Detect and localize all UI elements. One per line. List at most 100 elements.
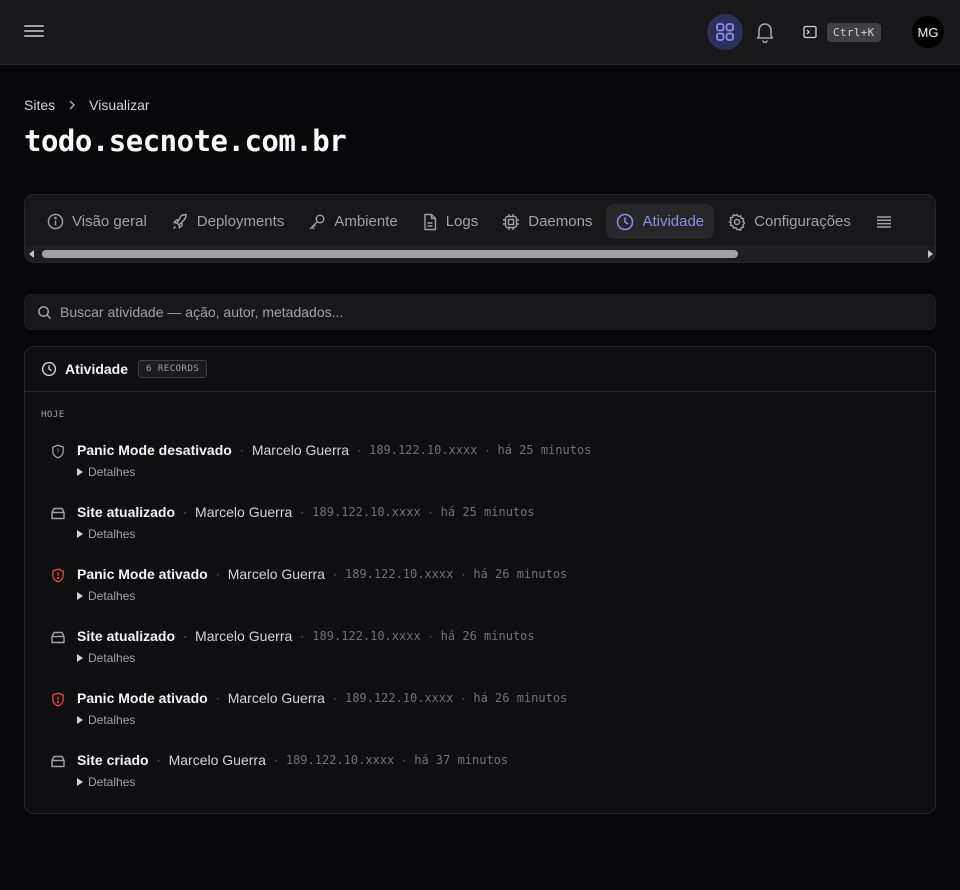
- entry-time: há 25 minutos: [440, 505, 535, 519]
- panel-title: Atividade: [65, 361, 129, 377]
- clock-icon: [41, 361, 57, 377]
- shortcut-key: Ctrl+K: [827, 22, 881, 42]
- apps-button[interactable]: [707, 14, 743, 50]
- entry-action: Site atualizado: [77, 628, 176, 644]
- tab-deployments[interactable]: Deployments: [161, 204, 295, 239]
- details-toggle[interactable]: Detalhes: [77, 651, 135, 665]
- breadcrumb-current: Visualizar: [89, 97, 150, 113]
- search-input[interactable]: [60, 304, 900, 320]
- rocket-icon: [172, 213, 187, 229]
- tab-atividade[interactable]: Atividade: [606, 204, 715, 239]
- grid-icon: [716, 23, 734, 41]
- shield-icon: [52, 443, 64, 459]
- top-bar: Ctrl+K MG: [0, 0, 960, 65]
- entry-time: há 26 minutos: [440, 629, 535, 643]
- entry-author: Marcelo Guerra: [195, 504, 293, 520]
- entry-author: Marcelo Guerra: [168, 752, 266, 768]
- command-palette-button[interactable]: Ctrl+K: [803, 21, 881, 43]
- entry-ip: 189.122.10.xxxx: [285, 753, 395, 767]
- chevron-right-icon: [69, 100, 76, 110]
- entry-action: Panic Mode desativado: [77, 442, 232, 458]
- entry-action: Site criado: [77, 752, 149, 768]
- scroll-right-arrow[interactable]: [928, 250, 933, 258]
- key-icon: [309, 214, 325, 229]
- activity-search: [24, 294, 936, 330]
- entry-action: Panic Mode ativado: [77, 690, 208, 706]
- tab-label: Daemons: [528, 213, 593, 230]
- details-toggle[interactable]: Detalhes: [77, 527, 135, 541]
- scroll-left-arrow[interactable]: [29, 250, 34, 258]
- scroll-thumb[interactable]: [42, 250, 738, 258]
- cpu-icon: [503, 213, 520, 230]
- shield-alert-icon: [52, 691, 64, 707]
- clock-icon: [617, 213, 634, 230]
- entry-time: há 26 minutos: [473, 691, 568, 705]
- terminal-icon: [803, 25, 817, 39]
- tab-ambiente[interactable]: Ambiente: [298, 204, 407, 239]
- server-icon: [51, 755, 65, 767]
- triangle-right-icon: [77, 530, 83, 538]
- triangle-right-icon: [77, 716, 83, 724]
- entry-ip: 189.122.10.xxxx: [312, 505, 421, 519]
- entry-ip: 189.122.10.xxxx: [312, 629, 421, 643]
- gear-icon: [728, 212, 746, 231]
- tab-logs[interactable]: Logs: [412, 204, 489, 239]
- triangle-right-icon: [77, 654, 83, 662]
- details-toggle[interactable]: Detalhes: [77, 465, 135, 479]
- activity-panel: Atividade 6 RECORDS HOJE Panic Mode desa…: [24, 346, 936, 814]
- breadcrumb: Sites Visualizar: [24, 97, 150, 113]
- details-label: Detalhes: [88, 465, 136, 479]
- entry-ip: 189.122.10.xxxx: [369, 443, 478, 457]
- triangle-right-icon: [77, 592, 83, 600]
- avatar[interactable]: MG: [912, 16, 944, 48]
- tab-daemons[interactable]: Daemons: [492, 204, 602, 239]
- entry-action: Panic Mode ativado: [77, 566, 208, 582]
- triangle-right-icon: [77, 778, 83, 786]
- entry-time: há 37 minutos: [414, 753, 509, 767]
- details-toggle[interactable]: Detalhes: [77, 589, 135, 603]
- tab-more[interactable]: [865, 204, 903, 239]
- tab-label: Visão geral: [72, 213, 147, 230]
- list-icon: [876, 215, 891, 228]
- tab-label: Ambiente: [334, 213, 398, 230]
- records-badge: 6 RECORDS: [138, 360, 208, 378]
- tab-visao-geral[interactable]: Visão geral: [37, 204, 157, 239]
- activity-entry: Panic Mode desativado · Marcelo Guerra ·…: [25, 439, 935, 501]
- search-icon: [38, 305, 52, 319]
- entry-ip: 189.122.10.xxxx: [344, 691, 454, 705]
- tab-label: Configurações: [754, 213, 851, 230]
- entry-author: Marcelo Guerra: [195, 628, 293, 644]
- file-icon: [424, 213, 436, 230]
- tab-label: Deployments: [196, 213, 285, 230]
- entry-action: Site atualizado: [77, 504, 176, 520]
- tabs-scrollbar[interactable]: [25, 246, 935, 262]
- activity-entry: Panic Mode ativado · Marcelo Guerra · 18…: [25, 687, 935, 749]
- shield-alert-icon: [52, 567, 64, 583]
- tab-label: Atividade: [642, 213, 705, 230]
- details-label: Detalhes: [88, 589, 136, 603]
- hamburger-icon[interactable]: [22, 22, 46, 42]
- activity-entry: Site criado · Marcelo Guerra · 189.122.1…: [25, 749, 935, 811]
- group-label: HOJE: [41, 410, 65, 420]
- server-icon: [51, 507, 65, 519]
- tabs-bar: Visão geral Deployments Ambiente Logs Da…: [24, 194, 936, 263]
- bell-icon: [756, 23, 774, 43]
- info-icon: [47, 213, 64, 230]
- entry-time: há 26 minutos: [473, 567, 568, 581]
- notifications-button[interactable]: [752, 18, 778, 46]
- details-label: Detalhes: [88, 775, 136, 789]
- details-toggle[interactable]: Detalhes: [77, 775, 135, 789]
- page-title: todo.secnote.com.br: [24, 124, 347, 158]
- entry-author: Marcelo Guerra: [227, 690, 325, 706]
- activity-entry: Panic Mode ativado · Marcelo Guerra · 18…: [25, 563, 935, 625]
- tab-label: Logs: [445, 213, 479, 230]
- entry-time: há 25 minutos: [497, 443, 592, 457]
- activity-entry: Site atualizado · Marcelo Guerra · 189.1…: [25, 625, 935, 687]
- entry-author: Marcelo Guerra: [227, 566, 325, 582]
- breadcrumb-sites[interactable]: Sites: [24, 97, 55, 113]
- activity-entry: Site atualizado · Marcelo Guerra · 189.1…: [25, 501, 935, 563]
- triangle-right-icon: [77, 468, 83, 476]
- entry-author: Marcelo Guerra: [251, 442, 350, 458]
- tab-configuracoes[interactable]: Configurações: [718, 204, 861, 239]
- details-toggle[interactable]: Detalhes: [77, 713, 135, 727]
